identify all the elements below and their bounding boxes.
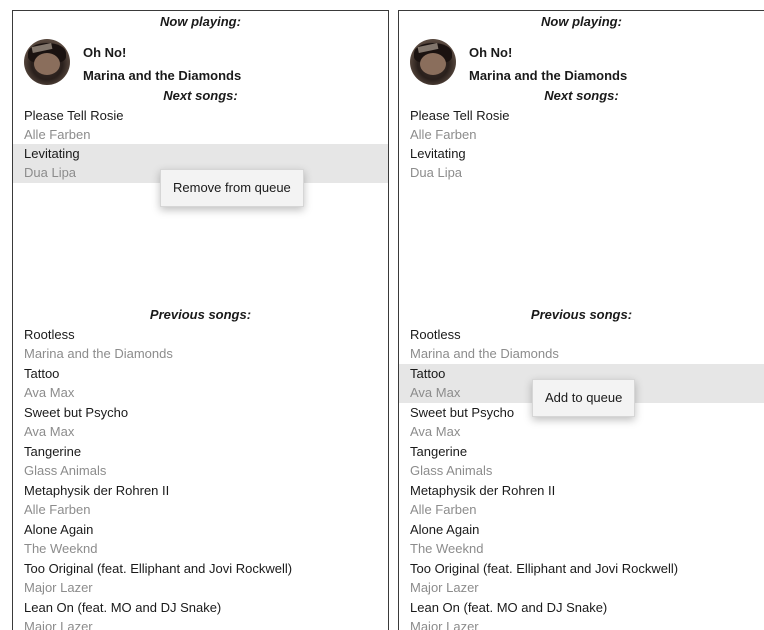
- song-title: Too Original (feat. Elliphant and Jovi R…: [410, 561, 679, 576]
- song-title: Too Original (feat. Elliphant and Jovi R…: [24, 561, 293, 576]
- previous-song-item[interactable]: Too Original (feat. Elliphant and Jovi R…: [13, 559, 388, 598]
- previous-song-item[interactable]: Sweet but Psycho Ava Max: [13, 403, 388, 442]
- add-to-queue-menu-item[interactable]: Add to queue: [532, 379, 636, 417]
- song-title: Metaphysik der Rohren II: [410, 483, 556, 498]
- previous-songs-heading: Previous songs:: [149, 307, 252, 322]
- next-songs-heading: Next songs:: [163, 88, 238, 103]
- previous-song-item[interactable]: Lean On (feat. MO and DJ Snake) Major La…: [399, 598, 764, 630]
- album-art-image: [410, 39, 456, 85]
- song-title: Tattoo: [24, 366, 60, 381]
- song-artist: Alle Farben: [410, 502, 477, 517]
- previous-song-item[interactable]: Rootless Marina and the Diamonds: [399, 325, 764, 364]
- song-title: Tangerine: [24, 444, 82, 459]
- previous-song-item[interactable]: Lean On (feat. MO and DJ Snake) Major La…: [13, 598, 388, 630]
- previous-song-item[interactable]: Too Original (feat. Elliphant and Jovi R…: [399, 559, 764, 598]
- now-playing-artist: Marina and the Diamonds: [469, 68, 628, 83]
- now-playing-heading: Now playing:: [160, 14, 241, 29]
- song-artist: Major Lazer: [24, 580, 93, 595]
- queue-panel-right: Now playing: Oh No! Marina and the Diamo…: [398, 10, 764, 630]
- queue-panel-left: Now playing: Oh No! Marina and the Diamo…: [12, 10, 389, 630]
- song-artist: Glass Animals: [24, 463, 107, 478]
- now-playing-heading: Now playing:: [541, 14, 622, 29]
- song-artist: Marina and the Diamonds: [24, 346, 173, 361]
- now-playing-title: Oh No!: [469, 45, 513, 60]
- song-title: Tattoo: [410, 366, 446, 381]
- song-artist: Alle Farben: [24, 127, 91, 142]
- previous-songs-heading: Previous songs:: [530, 307, 633, 322]
- song-artist: Major Lazer: [24, 619, 93, 630]
- song-title: Tangerine: [410, 444, 468, 459]
- album-art-image: [24, 39, 70, 85]
- previous-song-item[interactable]: Alone Again The Weeknd: [399, 520, 764, 559]
- song-title: Please Tell Rosie: [24, 108, 124, 123]
- song-artist: The Weeknd: [24, 541, 98, 556]
- song-artist: Major Lazer: [410, 619, 479, 630]
- previous-song-item[interactable]: Tangerine Glass Animals: [13, 442, 388, 481]
- next-songs-heading: Next songs:: [544, 88, 619, 103]
- next-song-item[interactable]: Please Tell Rosie Alle Farben: [13, 106, 388, 145]
- song-title: Lean On (feat. MO and DJ Snake): [410, 600, 608, 615]
- song-title: Levitating: [410, 146, 466, 161]
- song-title: Metaphysik der Rohren II: [24, 483, 170, 498]
- song-title: Lean On (feat. MO and DJ Snake): [24, 600, 222, 615]
- remove-from-queue-menu-item[interactable]: Remove from queue: [160, 169, 304, 207]
- song-artist: Alle Farben: [24, 502, 91, 517]
- previous-song-item[interactable]: Metaphysik der Rohren II Alle Farben: [399, 481, 764, 520]
- song-title: Please Tell Rosie: [410, 108, 510, 123]
- song-title: Alone Again: [410, 522, 480, 537]
- song-artist: Ava Max: [410, 385, 461, 400]
- song-title: Sweet but Psycho: [410, 405, 515, 420]
- song-title: Rootless: [24, 327, 75, 342]
- previous-song-item[interactable]: Tangerine Glass Animals: [399, 442, 764, 481]
- song-title: Rootless: [410, 327, 461, 342]
- next-song-item[interactable]: Levitating Dua Lipa: [399, 144, 764, 183]
- song-title: Alone Again: [24, 522, 94, 537]
- song-title: Sweet but Psycho: [24, 405, 129, 420]
- song-artist: The Weeknd: [410, 541, 484, 556]
- next-song-item[interactable]: Please Tell Rosie Alle Farben: [399, 106, 764, 145]
- song-artist: Marina and the Diamonds: [410, 346, 559, 361]
- song-artist: Ava Max: [24, 385, 75, 400]
- song-title: Levitating: [24, 146, 80, 161]
- previous-song-item[interactable]: Tattoo Ava Max: [13, 364, 388, 403]
- now-playing-artist: Marina and the Diamonds: [83, 68, 242, 83]
- song-artist: Dua Lipa: [24, 165, 77, 180]
- song-artist: Dua Lipa: [410, 165, 463, 180]
- song-artist: Major Lazer: [410, 580, 479, 595]
- previous-song-item[interactable]: Rootless Marina and the Diamonds: [13, 325, 388, 364]
- song-artist: Glass Animals: [410, 463, 493, 478]
- now-playing-title: Oh No!: [83, 45, 127, 60]
- song-artist: Ava Max: [24, 424, 75, 439]
- previous-song-item[interactable]: Metaphysik der Rohren II Alle Farben: [13, 481, 388, 520]
- song-artist: Ava Max: [410, 424, 461, 439]
- song-artist: Alle Farben: [410, 127, 477, 142]
- previous-song-item[interactable]: Alone Again The Weeknd: [13, 520, 388, 559]
